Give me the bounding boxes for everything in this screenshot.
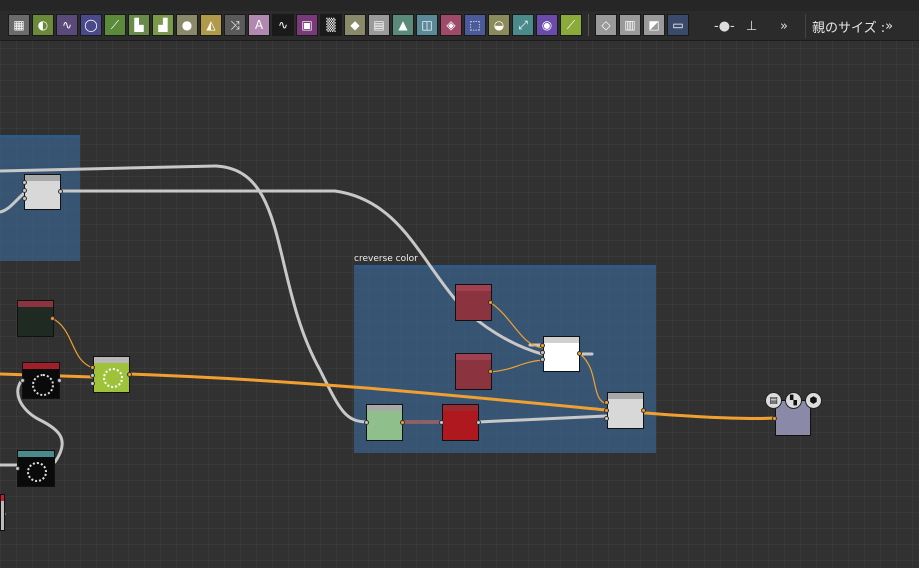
circle-preview-icon [103,368,123,388]
checker-icon[interactable]: ▚ [785,392,802,409]
input-pin[interactable] [90,373,95,378]
output-pin[interactable] [57,378,62,383]
output-pin[interactable] [488,369,493,374]
document-icon[interactable]: ▤ [765,392,782,409]
circle-node[interactable] [22,362,60,399]
input-pin[interactable] [22,180,27,185]
input-pin[interactable] [604,400,609,405]
node-header [23,363,59,369]
node-header [456,354,491,360]
node-header [94,357,129,363]
input-pin[interactable] [540,357,545,362]
dark-node[interactable] [17,300,54,337]
input-pin[interactable] [364,420,369,425]
node-header [18,301,53,307]
node-header [367,405,402,411]
node-header [608,393,643,399]
red-node-bottom[interactable] [455,353,492,390]
edge-node[interactable] [0,494,5,531]
node-header [456,285,491,291]
input-pin[interactable] [22,196,27,201]
input-pin[interactable] [22,188,27,193]
wire [579,353,608,405]
blend-node-left[interactable] [24,174,61,210]
output-pin[interactable] [400,420,405,425]
input-pin[interactable] [90,381,95,386]
circle-preview-icon [27,462,47,482]
wire [0,164,218,173]
input-pin[interactable] [772,416,777,421]
input-pin[interactable] [439,420,444,425]
wire [333,189,544,356]
input-pin[interactable] [604,416,609,421]
red-node-top[interactable] [455,284,492,321]
output-pin[interactable] [577,351,582,356]
input-pin[interactable] [20,378,25,383]
wire [489,301,544,349]
output-pin[interactable] [488,300,493,305]
input-pin[interactable] [15,466,20,471]
node-header [18,451,54,457]
output-pin[interactable] [50,316,55,321]
output-pin[interactable] [58,189,63,194]
node-header [544,337,579,343]
white-node[interactable] [543,336,580,372]
input-pin[interactable] [604,408,609,413]
wire [476,414,608,424]
cube-icon[interactable]: ⬢ [805,392,822,409]
output-pin[interactable] [127,372,132,377]
node-header [25,175,60,181]
node-header [443,405,478,411]
blend-node-right[interactable] [607,392,644,429]
lime-node[interactable] [93,356,130,393]
circle-node-teal[interactable] [17,450,55,487]
wire [51,317,94,369]
red-node-mid[interactable] [442,404,479,441]
output-pin[interactable] [476,420,481,425]
output-pin[interactable] [641,408,646,413]
node-header [1,495,4,501]
wire [489,359,544,373]
circle-preview-icon [32,374,54,396]
green-node[interactable] [366,404,403,441]
input-pin[interactable] [540,350,545,355]
input-pin[interactable] [540,343,545,348]
input-pin[interactable] [90,365,95,370]
